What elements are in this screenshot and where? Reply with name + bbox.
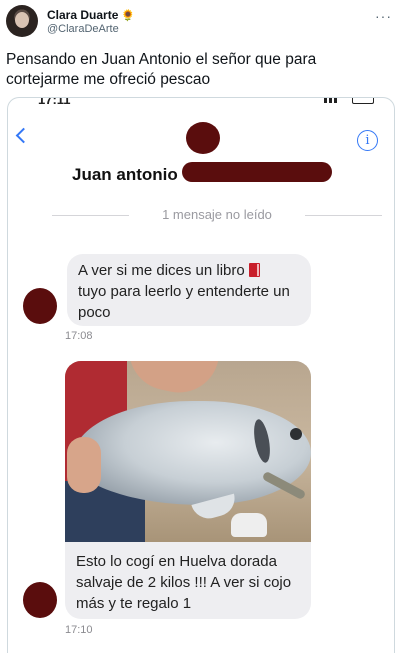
author-handle[interactable]: @ClaraDeArte	[47, 23, 119, 35]
divider-line-right	[305, 215, 382, 216]
book-icon	[248, 263, 260, 277]
battery-icon	[352, 98, 374, 104]
photo-arm	[121, 361, 219, 400]
photo-message-bubble[interactable]: Esto lo cogí en Huelva dorada salvaje de…	[65, 361, 311, 619]
fish-photo[interactable]	[65, 361, 311, 542]
photo-caption: Esto lo cogí en Huelva dorada salvaje de…	[65, 542, 311, 619]
contact-photo-redacted	[186, 122, 220, 154]
message-text: A ver si me dices un libro tuyo para leer…	[78, 260, 301, 323]
tweet-header: Clara Duarte 🌻 @ClaraDeArte ···	[0, 0, 400, 44]
more-options-button[interactable]: ···	[375, 8, 392, 24]
author-avatar[interactable]	[6, 5, 38, 37]
photo-fish	[73, 401, 311, 505]
photo-hand	[67, 437, 101, 493]
divider-line-left	[52, 215, 129, 216]
message-text-line1: A ver si me dices un libro	[78, 262, 245, 279]
message-timestamp: 17:10	[65, 624, 93, 636]
status-bar-time: 17:11	[38, 97, 71, 107]
signal-icon	[324, 98, 340, 103]
status-bar-icons	[324, 98, 374, 105]
caption-text: Esto lo cogí en Huelva dorada salvaje de…	[76, 553, 292, 612]
message-timestamp: 17:08	[65, 330, 93, 342]
photo-fish-eye	[290, 428, 302, 440]
sender-avatar-redacted	[23, 582, 57, 618]
unread-divider: 1 mensaje no leído	[52, 207, 382, 223]
author-name-text[interactable]: Clara Duarte	[47, 8, 118, 22]
unread-label: 1 mensaje no leído	[162, 207, 272, 222]
info-icon[interactable]: i	[357, 130, 378, 151]
back-chevron-icon[interactable]	[15, 127, 32, 144]
tweet-text: Pensando en Juan Antonio el señor que pa…	[6, 51, 317, 88]
message-text-rest: tuyo para leerlo y entenderte un poco	[78, 283, 290, 321]
sunflower-icon: 🌻	[121, 10, 136, 22]
name-redaction	[182, 162, 332, 182]
author-name[interactable]: Clara Duarte 🌻	[47, 8, 135, 22]
contact-name: Juan antonio	[72, 165, 178, 184]
message-bubble[interactable]: A ver si me dices un libro tuyo para leer…	[67, 254, 311, 326]
attached-screenshot[interactable]: 17:11 i Juan antonio 1 mensaje no leído …	[7, 97, 395, 653]
photo-shoe	[231, 513, 267, 537]
sender-avatar-redacted	[23, 288, 57, 324]
